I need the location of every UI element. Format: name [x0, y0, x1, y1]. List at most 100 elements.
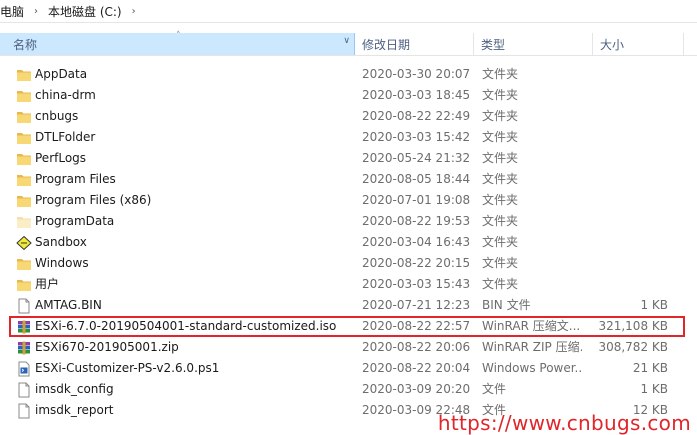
column-header-name[interactable]: ˄ 名称 ∨ — [0, 31, 355, 55]
chevron-down-icon[interactable]: ∨ — [343, 36, 350, 46]
file-type: 文件夹 — [482, 172, 519, 186]
folder-icon — [16, 193, 32, 209]
folder-icon — [16, 88, 32, 104]
winrar-icon — [16, 340, 32, 356]
file-name: ESXi-6.7.0-20190504001-standard-customiz… — [35, 319, 337, 333]
file-date: 2020-03-30 20:07 — [362, 67, 471, 81]
file-name: PerfLogs — [35, 151, 87, 165]
column-header-type[interactable]: 类型 — [475, 33, 593, 55]
file-date: 2020-08-22 20:15 — [362, 256, 471, 270]
file-icon — [16, 298, 32, 314]
watermark: https://www.cnbugs.com — [437, 411, 691, 435]
file-name: ProgramData — [35, 214, 115, 228]
sort-ascending-icon: ˄ — [176, 31, 181, 41]
file-type: WinRAR ZIP 压缩... — [482, 340, 582, 354]
file-name: imsdk_config — [35, 382, 114, 396]
file-date: 2020-08-22 20:04 — [362, 361, 471, 375]
file-row[interactable]: cnbugs 2020-08-22 22:49 文件夹 — [0, 106, 697, 127]
file-name: imsdk_report — [35, 403, 114, 417]
winrar-icon — [16, 319, 32, 335]
file-size — [596, 148, 668, 169]
file-date: 2020-05-24 21:32 — [362, 151, 471, 165]
file-row[interactable]: PerfLogs 2020-05-24 21:32 文件夹 — [0, 148, 697, 169]
file-name: ESXi670-201905001.zip — [35, 340, 179, 354]
folder-icon — [16, 130, 32, 146]
file-name: Windows — [35, 256, 89, 270]
file-size — [596, 190, 668, 211]
folder-icon — [16, 67, 32, 83]
file-type: 文件夹 — [482, 151, 519, 165]
file-date: 2020-03-03 15:42 — [362, 130, 471, 144]
file-size — [596, 169, 668, 190]
file-type: 文件夹 — [482, 109, 519, 123]
file-name: cnbugs — [35, 109, 79, 123]
file-row[interactable]: 用户 2020-03-03 15:43 文件夹 — [0, 274, 697, 295]
file-date: 2020-03-09 20:20 — [362, 382, 471, 396]
file-date: 2020-08-05 18:44 — [362, 172, 471, 186]
file-date: 2020-03-03 18:45 — [362, 88, 471, 102]
file-size — [596, 253, 668, 274]
file-type: 文件夹 — [482, 214, 519, 228]
file-size — [596, 85, 668, 106]
file-name: DTLFolder — [35, 130, 96, 144]
breadcrumb-item-pc[interactable]: 电脑 — [0, 3, 28, 20]
file-date: 2020-08-22 20:06 — [362, 340, 471, 354]
file-row[interactable]: Program Files (x86) 2020-07-01 19:08 文件夹 — [0, 190, 697, 211]
folder-icon — [16, 256, 32, 272]
breadcrumb-item-c-drive[interactable]: 本地磁盘 (C:) — [44, 3, 126, 20]
folder-icon — [16, 277, 32, 293]
column-header-size-label: 大小 — [600, 37, 625, 52]
file-type: Windows Power... — [482, 361, 582, 375]
file-icon — [16, 382, 32, 398]
column-header-date[interactable]: 修改日期 — [356, 33, 474, 55]
file-size: 1 KB — [640, 382, 668, 396]
powershell-script-icon — [16, 361, 32, 377]
file-name: Program Files (x86) — [35, 193, 152, 207]
folder-icon — [16, 172, 32, 188]
file-row[interactable]: AMTAG.BIN 2020-07-21 12:23 BIN 文件 1 KB — [0, 295, 697, 316]
file-size — [596, 211, 668, 232]
file-row[interactable]: ESXi-Customizer-PS-v2.6.0.ps1 2020-08-22 … — [0, 358, 697, 379]
file-type: WinRAR 压缩文... — [482, 319, 581, 333]
file-type: 文件夹 — [482, 235, 519, 249]
file-row[interactable]: ProgramData 2020-08-22 19:53 文件夹 — [0, 211, 697, 232]
file-type: 文件 — [482, 382, 507, 396]
file-name: AppData — [35, 67, 88, 81]
file-size: 1 KB — [640, 298, 668, 312]
file-size — [596, 274, 668, 295]
breadcrumb: 电脑 › 本地磁盘 (C:) › — [0, 0, 697, 23]
folder-icon — [16, 151, 32, 167]
column-header-type-label: 类型 — [481, 37, 506, 52]
file-name: Program Files — [35, 172, 116, 186]
file-icon — [16, 403, 32, 419]
file-type: 文件夹 — [482, 130, 519, 144]
file-name: 用户 — [35, 277, 60, 291]
chevron-right-icon[interactable]: › — [28, 6, 44, 17]
column-header-bar: ˄ 名称 ∨ 修改日期 类型 大小 — [0, 31, 697, 56]
column-header-size[interactable]: 大小 — [594, 33, 684, 55]
file-row[interactable]: Program Files 2020-08-05 18:44 文件夹 — [0, 169, 697, 190]
file-row[interactable]: Windows 2020-08-22 20:15 文件夹 — [0, 253, 697, 274]
file-date: 2020-03-03 15:43 — [362, 277, 471, 291]
file-size — [596, 106, 668, 127]
file-date: 2020-08-22 22:49 — [362, 109, 471, 123]
file-row[interactable]: china-drm 2020-03-03 18:45 文件夹 — [0, 85, 697, 106]
file-row[interactable]: DTLFolder 2020-03-03 15:42 文件夹 — [0, 127, 697, 148]
file-row[interactable]: ESXi-6.7.0-20190504001-standard-customiz… — [0, 316, 697, 337]
file-row[interactable]: AppData 2020-03-30 20:07 文件夹 — [0, 64, 697, 85]
chevron-right-icon[interactable]: › — [126, 6, 142, 17]
file-name: ESXi-Customizer-PS-v2.6.0.ps1 — [35, 361, 220, 375]
file-name: Sandbox — [35, 235, 87, 249]
file-type: 文件夹 — [482, 256, 519, 270]
file-date: 2020-07-01 19:08 — [362, 193, 471, 207]
file-row[interactable]: imsdk_config 2020-03-09 20:20 文件 1 KB — [0, 379, 697, 400]
file-type: 文件夹 — [482, 88, 519, 102]
file-row[interactable]: ESXi670-201905001.zip 2020-08-22 20:06 Win… — [0, 337, 697, 358]
file-date: 2020-03-04 16:43 — [362, 235, 471, 249]
file-size: 321,108 KB — [598, 319, 668, 333]
column-header-date-label: 修改日期 — [362, 37, 411, 52]
sandbox-folder-icon — [16, 235, 32, 251]
file-name: AMTAG.BIN — [35, 298, 102, 312]
file-type: 文件夹 — [482, 193, 519, 207]
file-row[interactable]: Sandbox 2020-03-04 16:43 文件夹 — [0, 232, 697, 253]
